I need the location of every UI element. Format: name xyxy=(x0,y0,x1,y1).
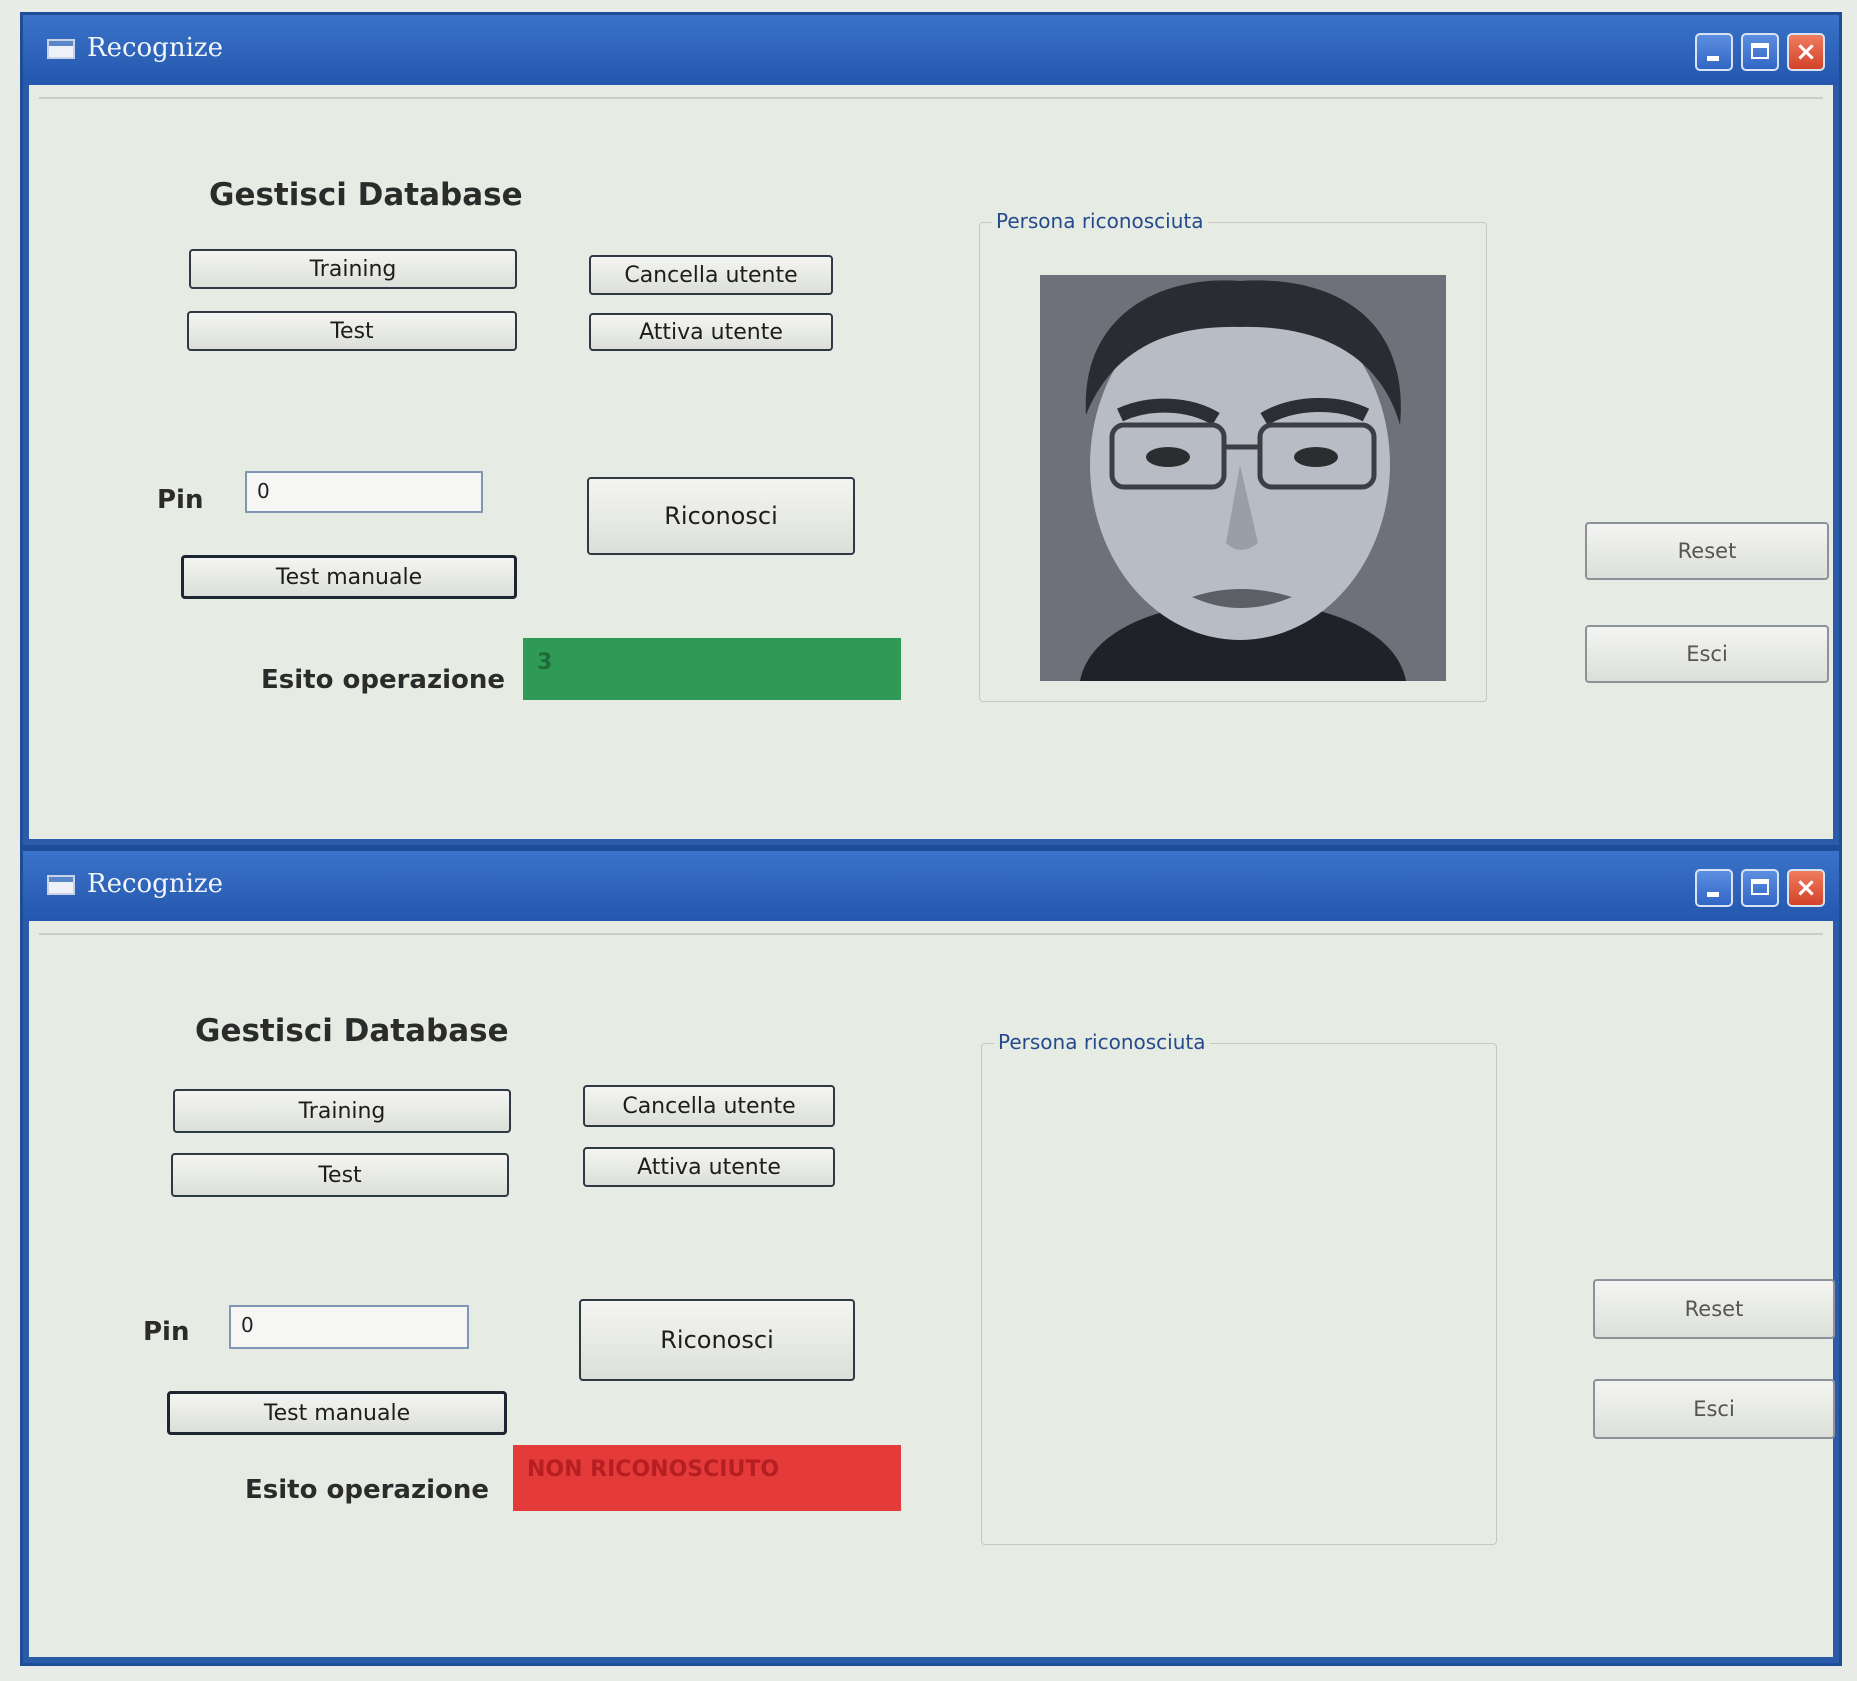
database-heading: Gestisci Database xyxy=(195,1013,509,1049)
face-photo xyxy=(1040,275,1446,681)
menu-separator xyxy=(39,97,1823,99)
app-window-icon xyxy=(47,875,75,895)
esci-button[interactable]: Esci xyxy=(1593,1379,1835,1439)
title-bar[interactable]: Recognize × xyxy=(23,851,1839,921)
attiva-utente-button[interactable]: Attiva utente xyxy=(589,313,833,351)
cancella-utente-button[interactable]: Cancella utente xyxy=(583,1085,835,1127)
esito-output: NON RICONOSCIUTO xyxy=(513,1445,901,1511)
recognize-window-2: Recognize × Gestisci Database Training T… xyxy=(20,848,1842,1666)
training-button[interactable]: Training xyxy=(173,1089,511,1133)
pin-label: Pin xyxy=(157,485,204,515)
maximize-button[interactable] xyxy=(1741,33,1779,71)
minimize-button[interactable] xyxy=(1695,869,1733,907)
persona-riconosciuta-group: Persona riconosciuta xyxy=(981,1030,1497,1545)
close-icon: × xyxy=(1795,37,1817,67)
reset-button[interactable]: Reset xyxy=(1593,1279,1835,1339)
minimize-button[interactable] xyxy=(1695,33,1733,71)
riconosci-button[interactable]: Riconosci xyxy=(587,477,855,555)
pin-label: Pin xyxy=(143,1317,190,1347)
close-button[interactable]: × xyxy=(1787,869,1825,907)
persona-riconosciuta-group: Persona riconosciuta xyxy=(979,209,1487,702)
recognized-face-image xyxy=(1040,275,1446,681)
database-heading: Gestisci Database xyxy=(209,177,523,213)
window-title: Recognize xyxy=(87,33,223,63)
attiva-utente-button[interactable]: Attiva utente xyxy=(583,1147,835,1187)
window-client-area: Gestisci Database Training Test Cancella… xyxy=(29,85,1833,839)
pin-input[interactable]: 0 xyxy=(245,471,483,513)
pin-input[interactable]: 0 xyxy=(229,1305,469,1349)
training-button[interactable]: Training xyxy=(189,249,517,289)
esito-label: Esito operazione xyxy=(261,665,506,695)
title-bar[interactable]: Recognize × xyxy=(23,15,1839,85)
window-title: Recognize xyxy=(87,869,223,899)
reset-button[interactable]: Reset xyxy=(1585,522,1829,580)
test-manuale-button[interactable]: Test manuale xyxy=(181,555,517,599)
window-client-area: Gestisci Database Training Test Cancella… xyxy=(29,921,1835,1657)
test-button[interactable]: Test xyxy=(187,311,517,351)
riconosci-button[interactable]: Riconosci xyxy=(579,1299,855,1381)
test-manuale-button[interactable]: Test manuale xyxy=(167,1391,507,1435)
esito-label: Esito operazione xyxy=(245,1475,490,1505)
esci-button[interactable]: Esci xyxy=(1585,625,1829,683)
test-button[interactable]: Test xyxy=(171,1153,509,1197)
group-title: Persona riconosciuta xyxy=(992,209,1208,233)
app-window-icon xyxy=(47,39,75,59)
cancella-utente-button[interactable]: Cancella utente xyxy=(589,255,833,295)
esito-output: 3 xyxy=(523,638,901,700)
close-button[interactable]: × xyxy=(1787,33,1825,71)
recognize-window-1: Recognize × Gestisci Database Training T… xyxy=(20,12,1842,848)
group-title: Persona riconosciuta xyxy=(994,1030,1210,1054)
maximize-button[interactable] xyxy=(1741,869,1779,907)
menu-separator xyxy=(39,933,1823,935)
close-icon: × xyxy=(1795,873,1817,903)
